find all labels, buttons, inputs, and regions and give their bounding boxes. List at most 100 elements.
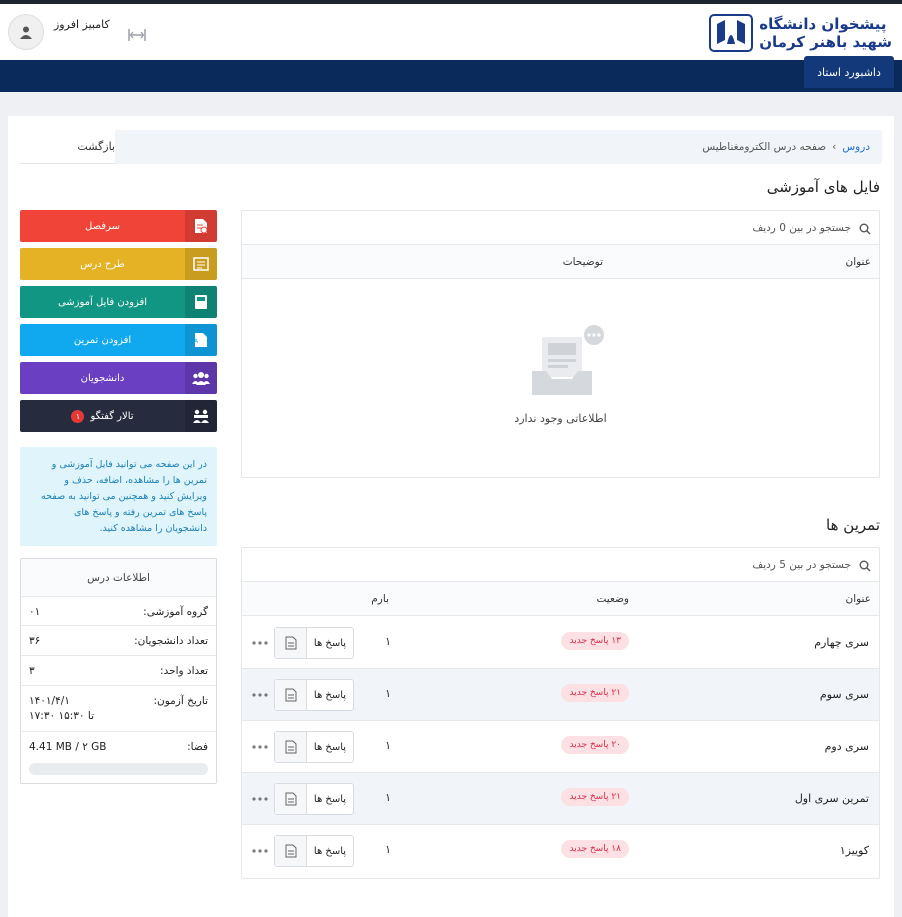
answers-button[interactable]: پاسخ ها <box>274 835 354 867</box>
students-button[interactable]: دانشجویان <box>20 362 217 394</box>
course-plan-icon <box>185 248 217 280</box>
answers-label: پاسخ ها <box>313 793 347 805</box>
table-row[interactable]: کوییز۱ ۱۸ پاسخ جدید ۱ پاسخ ها <box>242 825 879 877</box>
course-info-value: 4.41 MB / ۲ GB <box>29 741 107 753</box>
add-exercise-label: افزودن تمرین <box>73 334 132 346</box>
logo-line-1: پیشخوان دانشگاه <box>759 15 887 33</box>
exercise-score: ۱ <box>385 687 391 700</box>
syllabus-button[interactable]: سرفصل <box>20 210 217 242</box>
expand-width-icon[interactable] <box>128 28 146 42</box>
back-button[interactable]: بازگشت <box>20 130 115 164</box>
document-icon[interactable] <box>275 784 307 814</box>
forum-icon <box>185 400 217 432</box>
breadcrumb-bar: دروس › صفحه درس الکترومغناطیس بازگشت <box>20 130 882 164</box>
avatar[interactable] <box>8 14 44 50</box>
syllabus-label: سرفصل <box>85 220 120 232</box>
user-name: کامبیز افروز <box>54 18 110 31</box>
logo-line-2: شهید باهنر کرمان <box>759 33 892 51</box>
exercises-table-header: عنوان وضعیت بارم <box>242 582 879 616</box>
course-info-key: تاریخ آزمون: <box>153 695 208 707</box>
more-options-icon[interactable] <box>252 849 268 853</box>
new-answers-badge: ۱۸ پاسخ جدید <box>561 840 629 858</box>
table-row[interactable]: سری دوم ۲۰ پاسخ جدید ۱ پاسخ ها <box>242 721 879 773</box>
document-icon[interactable] <box>275 836 307 866</box>
course-info-row: تاریخ آزمون: ۱۴۰۱/۴/۱ ۱۷:۳۰ تا ۱۵:۳۰ <box>21 686 216 732</box>
table-row[interactable]: سری چهارم ۱۳ پاسخ جدید ۱ پاسخ ها <box>242 617 879 669</box>
university-emblem-icon <box>709 14 754 52</box>
answers-button[interactable]: پاسخ ها <box>274 627 354 659</box>
exercise-title: کوییز۱ <box>839 844 869 857</box>
files-panel: جستجو در بین 0 ردیف عنوان توضیحات اطلاعا… <box>241 210 880 478</box>
more-options-icon[interactable] <box>252 797 268 801</box>
breadcrumb: دروس › صفحه درس الکترومغناطیس <box>702 141 870 153</box>
university-logo[interactable]: پیشخوان دانشگاه شهید باهنر کرمان <box>709 14 892 52</box>
tab-instructor-dashboard[interactable]: داشبورد استاد <box>804 56 894 88</box>
answers-label: پاسخ ها <box>313 637 347 649</box>
header: پیشخوان دانشگاه شهید باهنر کرمان کامبیز … <box>0 4 902 60</box>
exercise-title: تمرین سری اول <box>794 792 869 805</box>
add-file-button[interactable]: افزودن فایل آموزشی <box>20 286 217 318</box>
forum-label: تالار گفتگو <box>90 410 134 422</box>
notification-badge: ۱ <box>71 409 85 423</box>
col-status[interactable]: وضعیت <box>596 593 629 605</box>
exercise-doc-icon: A+ <box>185 324 217 356</box>
book-icon <box>185 286 217 318</box>
answers-label: پاسخ ها <box>313 689 347 701</box>
course-plan-button[interactable]: طرح درس <box>20 248 217 280</box>
course-info-row: گروه آموزشی: ۰۱ <box>21 597 216 626</box>
exercises-panel: جستجو در بین 5 ردیف عنوان وضعیت بارم سری… <box>241 547 880 879</box>
storage-progress-bar <box>29 763 208 775</box>
course-plan-label: طرح درس <box>80 258 125 270</box>
breadcrumb-courses-link[interactable]: دروس <box>842 141 870 153</box>
col-title[interactable]: عنوان <box>846 256 872 268</box>
new-answers-badge: ۲۱ پاسخ جدید <box>561 684 629 702</box>
course-info-row: تعداد واحد: ۳ <box>21 656 216 686</box>
answers-button[interactable]: پاسخ ها <box>274 783 354 815</box>
course-info-key: گروه آموزشی: <box>143 606 208 618</box>
info-box: در این صفحه می توانید فایل آموزشی و تمری… <box>20 447 217 546</box>
main-card: دروس › صفحه درس الکترومغناطیس بازگشت فای… <box>8 116 894 917</box>
user-menu[interactable]: کامبیز افروز <box>8 14 110 50</box>
course-info-value: ۳ <box>29 665 35 677</box>
students-label: دانشجویان <box>80 372 125 384</box>
files-section-title: فایل های آموزشی <box>766 178 880 196</box>
table-row[interactable]: تمرین سری اول ۲۱ پاسخ جدید ۱ پاسخ ها <box>242 773 879 825</box>
answers-button[interactable]: پاسخ ها <box>274 679 354 711</box>
files-search[interactable]: جستجو در بین 0 ردیف <box>242 211 879 245</box>
document-icon[interactable] <box>275 732 307 762</box>
exercise-score: ۱ <box>385 791 391 804</box>
new-answers-badge: ۲۰ پاسخ جدید <box>561 736 629 754</box>
course-info-title: اطلاعات درس <box>21 559 216 597</box>
search-icon <box>859 560 871 572</box>
empty-text: اطلاعاتی وجود ندارد <box>514 412 607 425</box>
exercise-title: سری سوم <box>819 688 869 701</box>
course-info-panel: اطلاعات درس گروه آموزشی: ۰۱ تعداد دانشجو… <box>20 558 217 784</box>
syllabus-icon <box>185 210 217 242</box>
more-options-icon[interactable] <box>252 641 268 645</box>
forum-button[interactable]: تالار گفتگو ۱ <box>20 400 217 432</box>
course-info-key: تعداد واحد: <box>160 665 208 677</box>
col-description[interactable]: توضیحات <box>563 256 603 268</box>
table-row[interactable]: سری سوم ۲۱ پاسخ جدید ۱ پاسخ ها <box>242 669 879 721</box>
exercises-search-label: جستجو در بین 5 ردیف <box>752 559 851 571</box>
files-empty-state: اطلاعاتی وجود ندارد <box>242 281 879 476</box>
col-title[interactable]: عنوان <box>846 593 872 605</box>
breadcrumb-separator: › <box>832 141 837 153</box>
document-icon[interactable] <box>275 628 307 658</box>
document-icon[interactable] <box>275 680 307 710</box>
more-options-icon[interactable] <box>252 745 268 749</box>
answers-label: پاسخ ها <box>313 845 347 857</box>
user-icon <box>20 26 32 39</box>
nav-bar: داشبورد استاد <box>0 56 902 92</box>
course-info-value-time: ۱۷:۳۰ تا ۱۵:۳۰ <box>29 710 95 722</box>
exercise-score: ۱ <box>385 739 391 752</box>
col-score[interactable]: بارم <box>371 593 389 605</box>
files-search-label: جستجو در بین 0 ردیف <box>752 222 851 234</box>
exercise-title: سری چهارم <box>814 636 869 649</box>
search-icon <box>859 223 871 235</box>
answers-button[interactable]: پاسخ ها <box>274 731 354 763</box>
more-options-icon[interactable] <box>252 693 268 697</box>
course-info-value: ۳۶ <box>29 635 41 647</box>
exercises-search[interactable]: جستجو در بین 5 ردیف <box>242 548 879 582</box>
add-exercise-button[interactable]: A+ افزودن تمرین <box>20 324 217 356</box>
